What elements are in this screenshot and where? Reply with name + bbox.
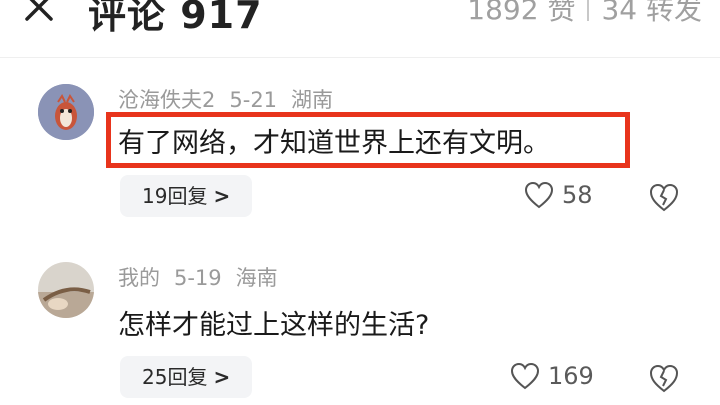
comments-page: 评论 917 1892 赞 34 转发 沧海佚夫2 5-21 湖南 有了网络，才知道世… [0,0,720,405]
broken-heart-icon[interactable] [648,181,680,213]
reply-button[interactable]: 19回复 > [120,175,253,217]
comment-location: 湖南 [291,88,334,112]
reply-count: 25回复 [142,365,208,389]
heart-icon [524,181,554,209]
reposts-count: 34 转发 [601,0,702,26]
avatar-image [38,262,94,318]
comment-date: 5-19 [174,266,222,290]
heart-icon [510,362,540,390]
like-count: 58 [562,181,593,209]
page-title: 评论 917 [88,0,263,37]
avatar[interactable] [38,262,94,318]
avatar-image [38,84,94,140]
comment-text[interactable]: 怎样才能过上这样的生活? [118,303,429,342]
comment-text[interactable]: 有了网络，才知道世界上还有文明。 [118,121,550,160]
chevron-right-icon: > [213,365,231,389]
chevron-right-icon: > [213,184,231,208]
reply-button[interactable]: 25回复 > [120,356,253,398]
comment-username[interactable]: 我的 [118,266,160,290]
likes-count: 1892 赞 [467,0,576,26]
avatar[interactable] [38,84,94,140]
comment-username[interactable]: 沧海佚夫2 [118,88,215,112]
comment-location: 海南 [235,266,278,290]
comments-header: 评论 917 1892 赞 34 转发 [0,0,720,40]
like-count: 169 [548,362,594,390]
post-stats: 1892 赞 34 转发 [467,0,702,28]
comment-meta: 沧海佚夫2 5-21 湖南 [118,84,347,114]
like-button[interactable]: 58 [524,181,593,209]
comment-date: 5-21 [229,88,278,112]
header-divider [0,57,720,58]
close-icon[interactable] [22,0,56,24]
like-button[interactable]: 169 [510,362,594,390]
comment-meta: 我的 5-19 海南 [118,262,292,292]
broken-heart-icon[interactable] [648,362,680,394]
reply-count: 19回复 [142,184,208,208]
stats-separator [587,0,590,21]
